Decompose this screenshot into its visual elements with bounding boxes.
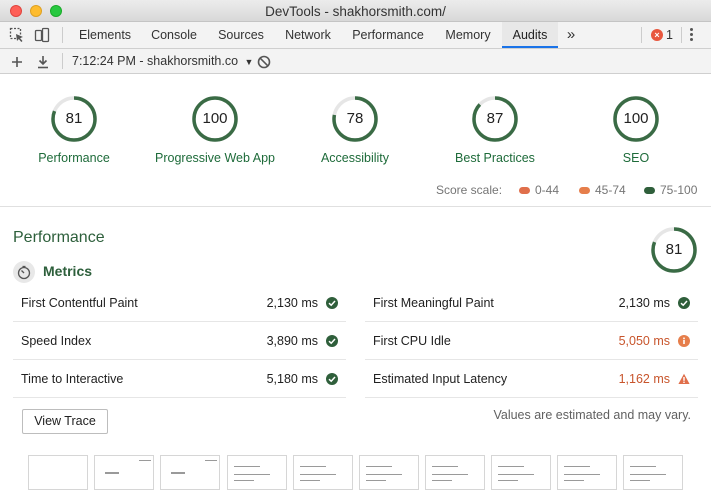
- metric-label: Estimated Input Latency: [373, 372, 508, 386]
- gauge-score: 87: [486, 110, 504, 127]
- audits-toolbar: 7:12:24 PM - shakhorsmith.co ▼: [0, 49, 711, 74]
- more-tabs-button[interactable]: »: [560, 22, 582, 48]
- error-icon[interactable]: ×: [651, 29, 663, 41]
- gauge-label: Accessibility: [320, 151, 390, 165]
- window-titlebar: DevTools - shakhorsmith.com/: [0, 0, 711, 22]
- fail-warning-icon: [678, 373, 690, 384]
- metric-row: First Contentful Paint 2,130 ms: [13, 284, 346, 322]
- pass-check-icon: [326, 335, 338, 347]
- metric-label: First Contentful Paint: [21, 296, 138, 310]
- score-scale-average-swatch: [579, 187, 590, 194]
- gauge-label: Performance: [38, 151, 110, 165]
- estimate-note: Values are estimated and may vary.: [493, 408, 691, 422]
- gauge-label: SEO: [622, 151, 650, 165]
- gauge-label: Best Practices: [455, 151, 535, 165]
- toolbar-separator: [641, 27, 642, 43]
- average-info-icon: [678, 335, 690, 347]
- metric-value: 3,890 ms: [266, 334, 318, 348]
- gauge-label: Progressive Web App: [155, 151, 275, 165]
- pass-check-icon: [326, 373, 338, 385]
- download-icon[interactable]: [35, 54, 51, 70]
- toolbar-separator: [62, 53, 63, 69]
- metric-label: Time to Interactive: [21, 372, 124, 386]
- window-title: DevTools - shakhorsmith.com/: [265, 4, 446, 19]
- tab-memory[interactable]: Memory: [434, 22, 502, 48]
- filmstrip-frame[interactable]: [94, 455, 154, 490]
- tab-sources[interactable]: Sources: [208, 22, 274, 48]
- score-scale-pass-swatch: [644, 187, 655, 194]
- filmstrip-frame[interactable]: [491, 455, 551, 490]
- metric-row: Estimated Input Latency 1,162 ms: [365, 360, 698, 398]
- device-toolbar-icon[interactable]: [34, 27, 50, 43]
- metric-row: First CPU Idle 5,050 ms: [365, 322, 698, 360]
- filmstrip-frame[interactable]: [160, 455, 220, 490]
- filmstrip-frame[interactable]: [359, 455, 419, 490]
- filmstrip-frame[interactable]: [425, 455, 485, 490]
- tab-audits[interactable]: Audits: [502, 22, 558, 48]
- metric-value: 5,180 ms: [266, 372, 318, 386]
- pass-check-icon: [678, 297, 690, 309]
- metric-label: First Meaningful Paint: [373, 296, 494, 310]
- tab-elements[interactable]: Elements: [70, 22, 140, 48]
- score-scale-average-range: 45-74: [595, 183, 626, 197]
- clear-icon[interactable]: [256, 54, 272, 70]
- metrics-title: Metrics: [43, 263, 93, 279]
- gauge-score: 81: [65, 110, 83, 127]
- section-divider: [0, 206, 711, 207]
- metric-row: Time to Interactive 5,180 ms: [13, 360, 346, 398]
- metric-label: Speed Index: [21, 334, 92, 348]
- score-scale-fail-range: 0-44: [535, 183, 560, 197]
- pass-check-icon: [326, 297, 338, 309]
- gauge-score: 100: [623, 110, 649, 127]
- gauge-score: 78: [346, 110, 364, 127]
- metric-value: 5,050 ms: [618, 334, 670, 348]
- gauge-score: 81: [665, 241, 683, 258]
- error-count[interactable]: 1: [666, 22, 673, 48]
- filmstrip-frame[interactable]: [28, 455, 88, 490]
- metric-label: First CPU Idle: [373, 334, 451, 348]
- filmstrip-frame[interactable]: [293, 455, 353, 490]
- metric-value: 2,130 ms: [266, 296, 318, 310]
- tab-network[interactable]: Network: [274, 22, 342, 48]
- gauge-score: 100: [202, 110, 228, 127]
- devtools-tabbar: Elements Console Sources Network Perform…: [0, 22, 711, 49]
- score-scale-pass-range: 75-100: [660, 183, 698, 197]
- toolbar-separator: [681, 27, 682, 43]
- inspect-element-icon[interactable]: [9, 27, 25, 43]
- filmstrip-frame[interactable]: [623, 455, 683, 490]
- performance-section-title: Performance: [13, 229, 105, 246]
- report-selector-label: 7:12:24 PM - shakhorsmith.co: [72, 54, 239, 68]
- view-trace-button[interactable]: View Trace: [22, 409, 108, 434]
- metric-value: 2,130 ms: [618, 296, 670, 310]
- customize-menu-icon[interactable]: [690, 28, 694, 42]
- metric-value: 1,162 ms: [618, 372, 670, 386]
- plus-icon[interactable]: [9, 54, 25, 70]
- filmstrip-frame[interactable]: [227, 455, 287, 490]
- metrics-timer-icon: [13, 261, 35, 283]
- metric-row: First Meaningful Paint 2,130 ms: [365, 284, 698, 322]
- chevron-down-icon: ▼: [244, 57, 254, 67]
- metric-row: Speed Index 3,890 ms: [13, 322, 346, 360]
- tab-console[interactable]: Console: [140, 22, 208, 48]
- report-selector[interactable]: 7:12:24 PM - shakhorsmith.co ▼: [72, 49, 253, 75]
- toolbar-separator: [62, 27, 63, 43]
- score-scale-fail-swatch: [519, 187, 530, 194]
- filmstrip-frame[interactable]: [557, 455, 617, 490]
- tab-performance[interactable]: Performance: [342, 22, 434, 48]
- score-scale-label: Score scale:: [436, 183, 503, 197]
